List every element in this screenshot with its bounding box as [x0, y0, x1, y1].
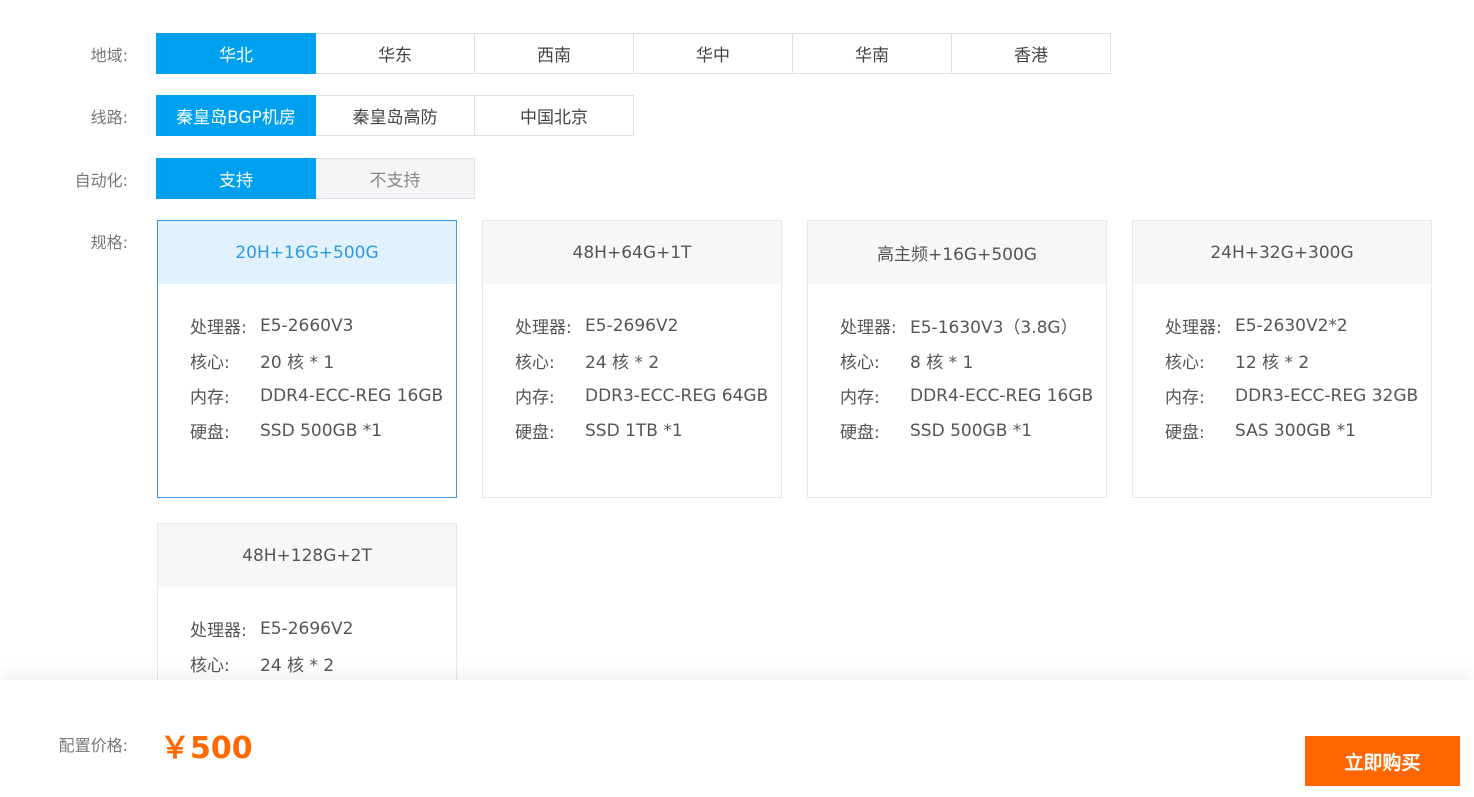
line-option-beijing[interactable]: 中国北京: [474, 95, 634, 136]
spec-memory-key: 内存:: [1165, 388, 1205, 408]
spec-disk-value: SAS 300GB *1: [1235, 420, 1356, 441]
spec-cpu-key: 处理器:: [840, 318, 897, 338]
spec-memory-value: DDR4-ECC-REG 16GB: [910, 385, 1094, 406]
spec-cores-key: 核心:: [1165, 353, 1205, 373]
spec-cpu-key: 处理器:: [515, 318, 572, 338]
spec-disk-key: 硬盘:: [190, 423, 230, 443]
region-option-huanan[interactable]: 华南: [792, 33, 952, 74]
region-option-xinan[interactable]: 西南: [474, 33, 634, 74]
spec-cpu-key: 处理器:: [190, 318, 247, 338]
spec-disk-row: 硬盘: SAS 300GB *1: [1165, 413, 1431, 448]
spec-memory-key: 内存:: [515, 388, 555, 408]
spec-card-title: 48H+128G+2T: [158, 524, 456, 587]
price-value: ￥500: [160, 731, 253, 766]
server-config-page: 地域: 华北 华东 西南 华中 华南 香港 线路: 秦皇岛BGP机房 秦皇岛高防…: [0, 0, 1474, 797]
region-option-huadong[interactable]: 华东: [315, 33, 475, 74]
spec-card[interactable]: 24H+32G+300G 处理器: E5-2630V2*2 核心: 12 核 * 2…: [1132, 220, 1432, 498]
spec-cores-row: 核心: 8 核 * 1: [840, 343, 1106, 378]
spec-cpu-value: E5-2660V3: [260, 315, 354, 336]
spec-cpu-value: E5-1630V3（3.8G）: [910, 318, 1078, 338]
spec-cpu-value: E5-2630V2*2: [1235, 315, 1348, 336]
spec-card-title: 24H+32G+300G: [1133, 221, 1431, 284]
spec-memory-value: DDR4-ECC-REG 16GB: [260, 385, 444, 406]
price-footer: 配置价格: ￥500 立即购买: [0, 680, 1474, 797]
automation-option-unsupported[interactable]: 不支持: [315, 158, 475, 199]
spec-memory-row: 内存: DDR3-ECC-REG 32GB: [1165, 378, 1431, 413]
spec-memory-value: DDR3-ECC-REG 32GB: [1235, 385, 1419, 406]
spec-cpu-row: 处理器: E5-2630V2*2: [1165, 308, 1431, 343]
spec-cpu-row: 处理器: E5-2696V2: [515, 308, 781, 343]
spec-cpu-row: 处理器: E5-2660V3: [190, 308, 456, 343]
spec-memory-key: 内存:: [840, 388, 880, 408]
spec-card-title: 48H+64G+1T: [483, 221, 781, 284]
spec-memory-row: 内存: DDR4-ECC-REG 16GB: [190, 378, 456, 413]
spec-cores-value: 8 核 * 1: [910, 353, 974, 373]
region-option-hongkong[interactable]: 香港: [951, 33, 1111, 74]
spec-memory-row: 内存: DDR4-ECC-REG 16GB: [840, 378, 1106, 413]
spec-card[interactable]: 48H+64G+1T 处理器: E5-2696V2 核心: 24 核 * 2 内存:…: [482, 220, 782, 498]
specs-label: 规格:: [90, 233, 128, 252]
spec-disk-key: 硬盘:: [840, 423, 880, 443]
region-option-huabei[interactable]: 华北: [156, 33, 316, 74]
spec-cores-key: 核心:: [515, 353, 555, 373]
automation-option-supported[interactable]: 支持: [156, 158, 316, 199]
spec-cpu-key: 处理器:: [190, 621, 247, 641]
spec-cpu-row: 处理器: E5-2696V2: [190, 611, 456, 646]
spec-cpu-value: E5-2696V2: [585, 315, 679, 336]
automation-label: 自动化:: [74, 171, 128, 190]
line-options: 秦皇岛BGP机房 秦皇岛高防 中国北京: [156, 95, 634, 136]
region-option-huazhong[interactable]: 华中: [633, 33, 793, 74]
spec-memory-key: 内存:: [190, 388, 230, 408]
price-label: 配置价格:: [58, 736, 128, 755]
spec-cores-value: 12 核 * 2: [1235, 353, 1310, 373]
buy-now-button[interactable]: 立即购买: [1305, 736, 1460, 786]
spec-card[interactable]: 高主频+16G+500G 处理器: E5-1630V3（3.8G） 核心: 8 核 …: [807, 220, 1107, 498]
spec-cores-value: 24 核 * 2: [260, 656, 335, 676]
line-option-bgp[interactable]: 秦皇岛BGP机房: [156, 95, 316, 136]
spec-disk-value: SSD 1TB *1: [585, 420, 683, 441]
spec-disk-row: 硬盘: SSD 500GB *1: [840, 413, 1106, 448]
spec-disk-value: SSD 500GB *1: [260, 420, 383, 441]
region-label: 地域:: [90, 46, 128, 65]
spec-card-title: 高主频+16G+500G: [808, 221, 1106, 284]
spec-cores-value: 20 核 * 1: [260, 353, 335, 373]
spec-cores-key: 核心:: [840, 353, 880, 373]
spec-memory-row: 内存: DDR3-ECC-REG 64GB: [515, 378, 781, 413]
spec-disk-key: 硬盘:: [515, 423, 555, 443]
spec-cpu-row: 处理器: E5-1630V3（3.8G）: [840, 308, 1106, 343]
spec-disk-key: 硬盘:: [1165, 423, 1205, 443]
spec-cpu-value: E5-2696V2: [260, 618, 354, 639]
spec-card-title: 20H+16G+500G: [158, 221, 456, 284]
line-option-ddos[interactable]: 秦皇岛高防: [315, 95, 475, 136]
spec-cores-key: 核心:: [190, 656, 230, 676]
spec-cores-row: 核心: 20 核 * 1: [190, 343, 456, 378]
spec-disk-row: 硬盘: SSD 500GB *1: [190, 413, 456, 448]
automation-options: 支持 不支持: [156, 158, 475, 199]
line-label: 线路:: [90, 108, 128, 127]
spec-memory-value: DDR3-ECC-REG 64GB: [585, 385, 769, 406]
spec-card[interactable]: 20H+16G+500G 处理器: E5-2660V3 核心: 20 核 * 1 内…: [157, 220, 457, 498]
spec-cores-value: 24 核 * 2: [585, 353, 660, 373]
spec-cores-row: 核心: 24 核 * 2: [515, 343, 781, 378]
spec-disk-row: 硬盘: SSD 1TB *1: [515, 413, 781, 448]
spec-cores-row: 核心: 24 核 * 2: [190, 646, 456, 681]
spec-disk-value: SSD 500GB *1: [910, 420, 1033, 441]
region-options: 华北 华东 西南 华中 华南 香港: [156, 33, 1111, 74]
spec-cpu-key: 处理器:: [1165, 318, 1222, 338]
spec-cores-row: 核心: 12 核 * 2: [1165, 343, 1431, 378]
spec-cores-key: 核心:: [190, 353, 230, 373]
